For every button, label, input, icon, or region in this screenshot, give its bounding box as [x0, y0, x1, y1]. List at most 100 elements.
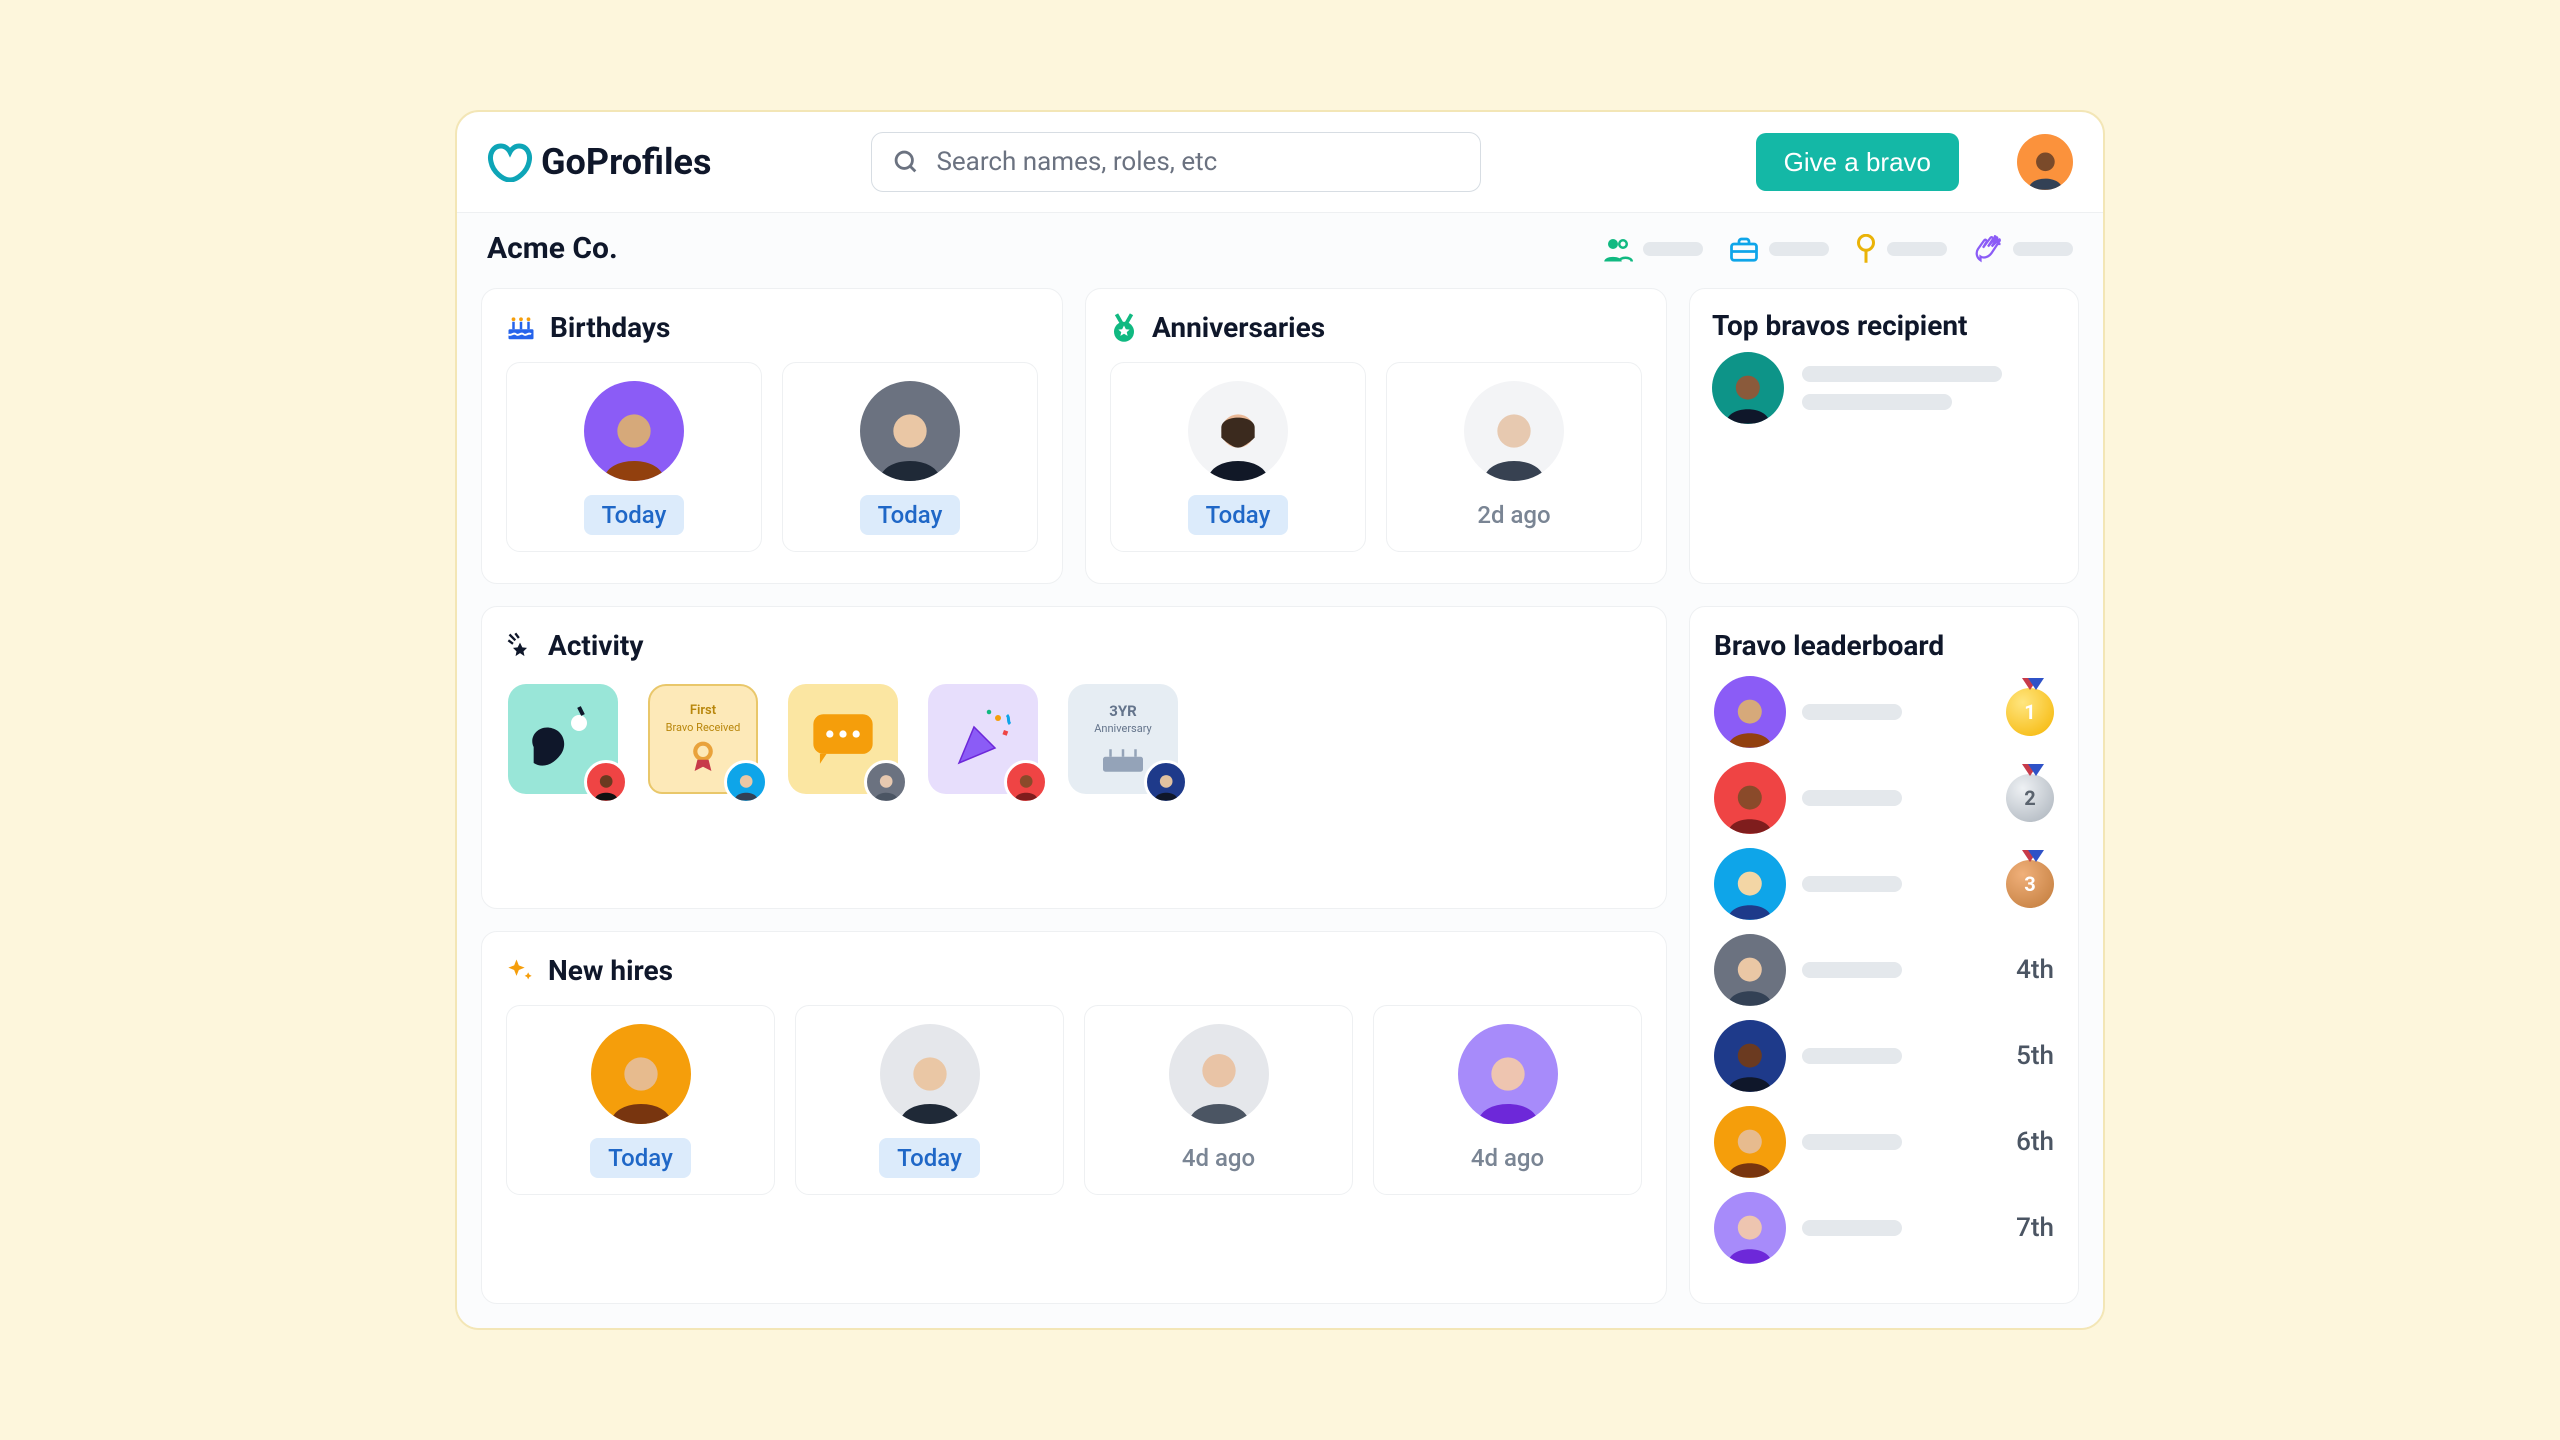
new-hires-title: New hires: [548, 954, 673, 987]
new-hire-person[interactable]: Today: [506, 1005, 775, 1195]
placeholder-line: [1802, 704, 1902, 720]
date-badge: 4d ago: [1453, 1138, 1562, 1178]
avatar: [1714, 848, 1786, 920]
rank-label: 4th: [1994, 955, 2054, 985]
anniversaries-card: Anniversaries Today 2d ago: [1085, 288, 1667, 584]
birthdays-title: Birthdays: [550, 311, 670, 344]
leaderboard-row[interactable]: 5th: [1714, 1020, 2054, 1092]
anniversary-person[interactable]: 2d ago: [1386, 362, 1642, 552]
new-hire-person[interactable]: 4d ago: [1084, 1005, 1353, 1195]
location-pin-icon: [1855, 234, 1877, 264]
stat-clap[interactable]: [1973, 235, 2073, 263]
birthday-cake-icon: [506, 314, 536, 342]
sparkles-icon: [506, 956, 534, 984]
activity-actor-avatar: [1144, 760, 1188, 804]
stat-people[interactable]: [1603, 236, 1703, 262]
activity-item-chat[interactable]: [788, 684, 898, 794]
rank-label: 7th: [1994, 1213, 2054, 1243]
leaderboard-row[interactable]: 4th: [1714, 934, 2054, 1006]
brand-logo[interactable]: GoProfiles: [487, 141, 711, 183]
brand-logo-icon: [487, 142, 533, 182]
silver-medal-icon: 2: [2006, 774, 2054, 822]
date-badge: Today: [1188, 495, 1289, 535]
placeholder-line: [1802, 394, 1952, 410]
activity-card: Activity First Bravo Received: [481, 606, 1667, 909]
current-user-avatar[interactable]: [2017, 134, 2073, 190]
placeholder-line: [1802, 1048, 1902, 1064]
date-badge: Today: [860, 495, 961, 535]
activity-item-bravo-art[interactable]: [508, 684, 618, 794]
date-badge: Today: [879, 1138, 980, 1178]
bravo-leaderboard-title: Bravo leaderboard: [1714, 629, 1944, 662]
activity-actor-avatar: [584, 760, 628, 804]
new-hire-person[interactable]: 4d ago: [1373, 1005, 1642, 1195]
top-bravos-avatar[interactable]: [1712, 352, 1784, 424]
avatar: [1458, 1024, 1558, 1124]
activity-item-confetti[interactable]: [928, 684, 1038, 794]
clap-icon: [1973, 235, 2003, 263]
avatar: [1714, 934, 1786, 1006]
activity-title: Activity: [548, 629, 643, 662]
date-badge: Today: [584, 495, 685, 535]
placeholder-line: [1802, 366, 2002, 382]
top-bravos-title: Top bravos recipient: [1712, 309, 1968, 342]
birthdays-card: Birthdays Today Today: [481, 288, 1063, 584]
date-badge: 2d ago: [1459, 495, 1568, 535]
birthday-person[interactable]: Today: [506, 362, 762, 552]
subheader: Acme Co.: [457, 213, 2103, 280]
avatar: [584, 381, 684, 481]
main-content: Birthdays Today Today Anniversaries: [457, 280, 2103, 1328]
leaderboard-row[interactable]: 7th: [1714, 1192, 2054, 1264]
avatar: [1188, 381, 1288, 481]
search-icon: [892, 148, 920, 176]
give-bravo-button[interactable]: Give a bravo: [1756, 133, 1959, 191]
leaderboard-row[interactable]: 1: [1714, 676, 2054, 748]
placeholder-line: [1802, 1220, 1902, 1236]
brand-name: GoProfiles: [541, 141, 711, 183]
header: GoProfiles Search names, roles, etc Give…: [457, 112, 2103, 213]
bronze-medal-icon: 3: [2006, 860, 2054, 908]
avatar: [1464, 381, 1564, 481]
birthday-person[interactable]: Today: [782, 362, 1038, 552]
activity-actor-avatar: [1004, 760, 1048, 804]
stat-briefcase[interactable]: [1729, 236, 1829, 262]
activity-actor-avatar: [864, 760, 908, 804]
top-bravos-recipient-card: Top bravos recipient: [1689, 288, 2079, 584]
activity-row: First Bravo Received: [506, 680, 1642, 800]
placeholder-line: [1802, 1134, 1902, 1150]
avatar: [591, 1024, 691, 1124]
shooting-star-icon: [506, 631, 534, 659]
search-input[interactable]: Search names, roles, etc: [871, 132, 1481, 192]
activity-item-anniversary-3yr[interactable]: 3YR Anniversary: [1068, 684, 1178, 794]
bravo-leaderboard-card: Bravo leaderboard 1 2 3: [1689, 606, 2079, 1304]
placeholder-line: [1802, 962, 1902, 978]
placeholder-line: [1802, 876, 1902, 892]
company-name: Acme Co.: [487, 231, 618, 266]
avatar: [1714, 1192, 1786, 1264]
medal-icon: [1110, 313, 1138, 343]
date-badge: 4d ago: [1164, 1138, 1273, 1178]
avatar: [860, 381, 960, 481]
app-window: GoProfiles Search names, roles, etc Give…: [455, 110, 2105, 1330]
new-hire-person[interactable]: Today: [795, 1005, 1064, 1195]
people-icon: [1603, 236, 1633, 262]
avatar: [880, 1024, 980, 1124]
briefcase-icon: [1729, 236, 1759, 262]
date-badge: Today: [590, 1138, 691, 1178]
gold-medal-icon: 1: [2006, 688, 2054, 736]
avatar: [1169, 1024, 1269, 1124]
leaderboard-row[interactable]: 2: [1714, 762, 2054, 834]
avatar: [1714, 676, 1786, 748]
avatar: [1714, 762, 1786, 834]
anniversary-person[interactable]: Today: [1110, 362, 1366, 552]
placeholder-line: [1802, 790, 1902, 806]
activity-item-first-bravo-badge[interactable]: First Bravo Received: [648, 684, 758, 794]
leaderboard-row[interactable]: 6th: [1714, 1106, 2054, 1178]
leaderboard-row[interactable]: 3: [1714, 848, 2054, 920]
avatar: [1714, 1106, 1786, 1178]
search-placeholder: Search names, roles, etc: [936, 147, 1217, 177]
anniversaries-title: Anniversaries: [1152, 311, 1325, 344]
rank-label: 5th: [1994, 1041, 2054, 1071]
new-hires-card: New hires Today Today 4d ago 4d ago: [481, 931, 1667, 1304]
stat-location[interactable]: [1855, 234, 1947, 264]
